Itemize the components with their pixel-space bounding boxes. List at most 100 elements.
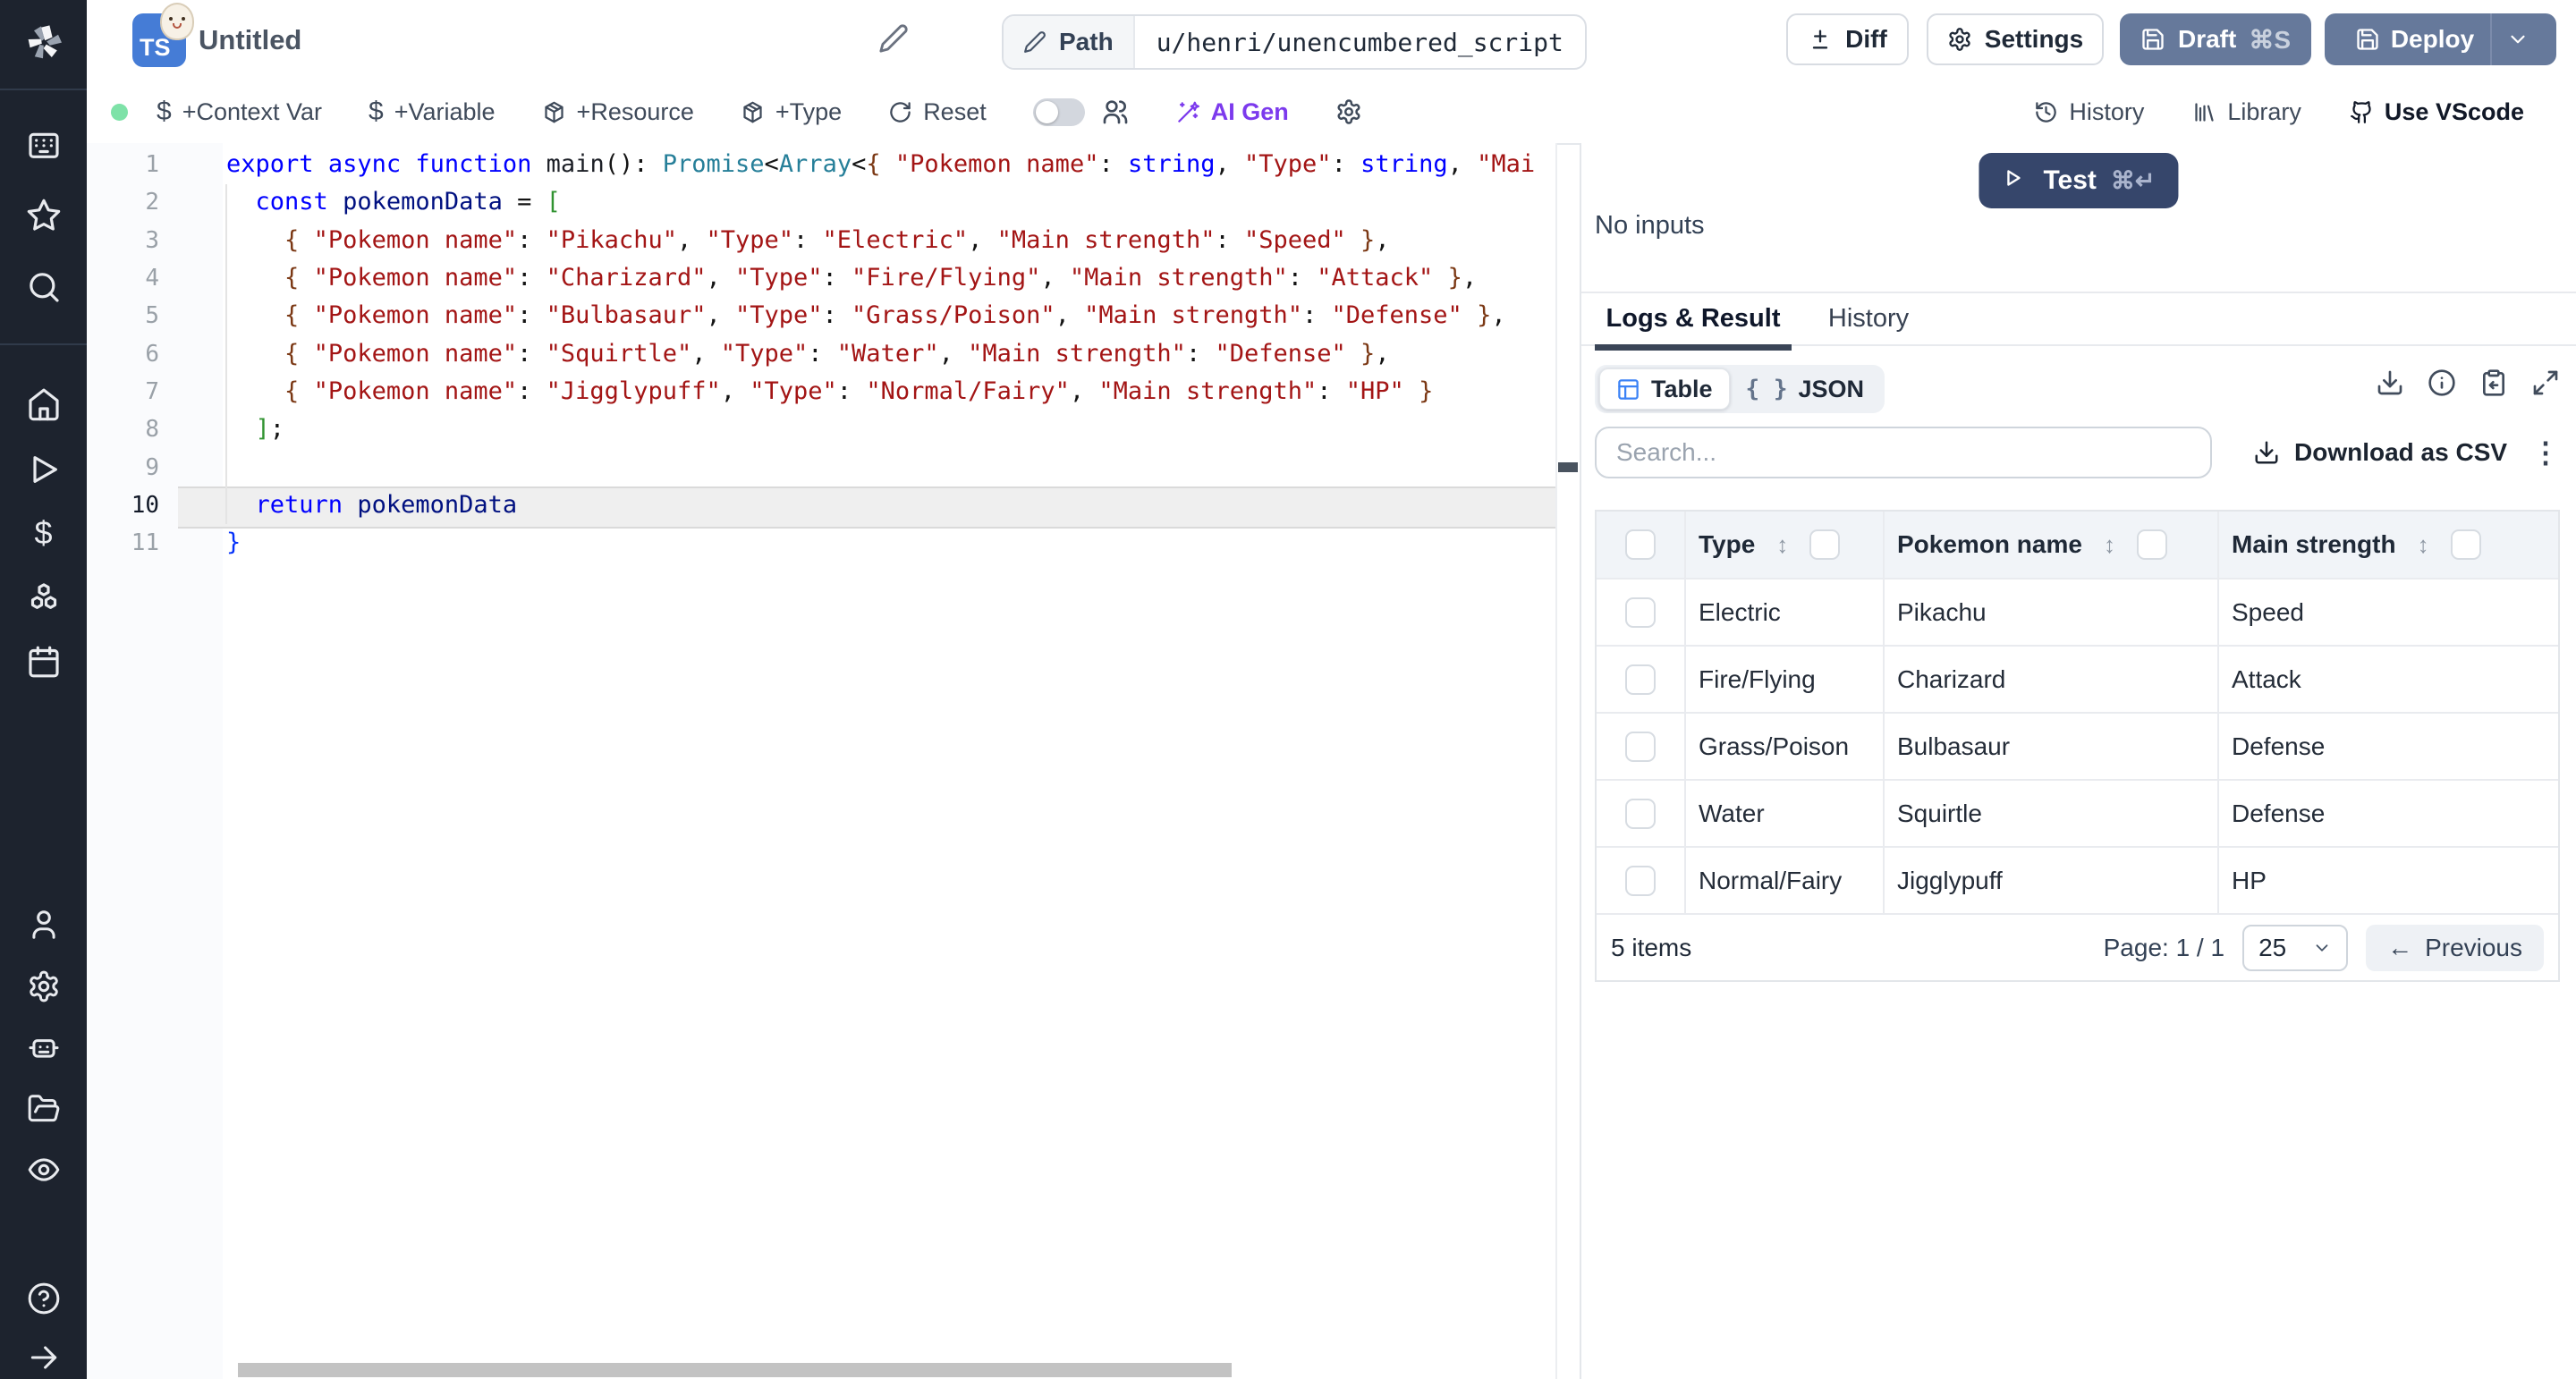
sidebar-item-schedules[interactable] (0, 644, 87, 680)
row-checkbox[interactable] (1625, 799, 1656, 829)
table-cell: Attack (2219, 647, 2558, 712)
add-resource-button[interactable]: +Resource (542, 98, 694, 126)
sidebar-item-home[interactable] (0, 386, 87, 422)
table-cell: Defense (2219, 714, 2558, 779)
copy-to-clipboard-icon[interactable] (2479, 368, 2508, 397)
sidebar-item-workers[interactable] (0, 1028, 87, 1064)
result-table: Type↕Pokemon name↕Main strength↕ Electri… (1595, 510, 2560, 982)
path-label[interactable]: Path (1004, 16, 1135, 68)
sidebar-item-users[interactable] (0, 907, 87, 943)
editor-settings-gear-icon[interactable] (1335, 98, 1362, 125)
previous-page-button[interactable]: ← Previous (2366, 925, 2544, 971)
sidebar-item-resources[interactable] (0, 580, 87, 615)
collab-toggle[interactable] (1033, 98, 1085, 126)
code-line[interactable]: { "Pokemon name": "Bulbasaur", "Type": "… (226, 297, 1556, 334)
package-icon (542, 100, 566, 124)
table-row[interactable]: Grass/PoisonBulbasaurDefense (1597, 712, 2558, 779)
tab-history[interactable]: History (1818, 293, 1919, 344)
table-icon (1616, 377, 1640, 402)
table-body: ElectricPikachuSpeedFire/FlyingCharizard… (1597, 578, 2558, 913)
windmill-logo-icon[interactable] (0, 21, 87, 64)
expand-icon[interactable] (2531, 368, 2560, 397)
test-button[interactable]: Test ⌘↵ (1979, 153, 2178, 208)
line-number: 7 (87, 373, 181, 410)
add-type-button[interactable]: +Type (741, 98, 842, 126)
sidebar-item-runs[interactable] (0, 452, 87, 487)
table-cell: Bulbasaur (1885, 714, 2219, 779)
editor-horizontal-scrollbar[interactable] (238, 1363, 1232, 1377)
column-label: Pokemon name (1897, 530, 2082, 559)
table-row[interactable]: WaterSquirtleDefense (1597, 779, 2558, 846)
view-table-button[interactable]: Table (1599, 368, 1730, 410)
ai-gen-button[interactable]: AI Gen (1176, 98, 1289, 126)
select-all-checkbox[interactable] (1625, 529, 1656, 560)
row-select-cell (1597, 781, 1686, 846)
code-line[interactable]: { "Pokemon name": "Squirtle", "Type": "W… (226, 335, 1556, 373)
sort-icon[interactable]: ↕ (2104, 531, 2115, 559)
use-vscode-button[interactable]: Use VScode (2350, 98, 2524, 126)
code-line[interactable]: { "Pokemon name": "Charizard", "Type": "… (226, 259, 1556, 297)
code-line[interactable]: return pokemonData (226, 486, 1556, 524)
download-csv-button[interactable]: Download as CSV (2253, 438, 2507, 467)
code-line[interactable] (226, 449, 1556, 486)
sidebar-item-favorites[interactable] (0, 198, 87, 233)
column-checkbox[interactable] (1809, 529, 1840, 560)
play-icon (2002, 167, 2029, 194)
library-button[interactable]: Library (2192, 98, 2301, 126)
edit-title-pencil-icon[interactable] (878, 23, 909, 54)
sort-icon[interactable]: ↕ (1776, 531, 1788, 559)
result-tabs: Logs & Result History (1595, 293, 1919, 344)
reset-button[interactable]: Reset (888, 98, 987, 126)
row-checkbox[interactable] (1625, 866, 1656, 896)
add-context-var-button[interactable]: $+Context Var (157, 97, 322, 127)
download-icon[interactable] (2376, 368, 2404, 397)
kebab-menu-icon[interactable]: ⋮ (2531, 436, 2560, 470)
sidebar-item-folders[interactable] (0, 1091, 87, 1127)
sidebar-item-audit-logs[interactable] (0, 1152, 87, 1188)
info-icon[interactable] (2428, 368, 2456, 397)
history-clock-icon (2034, 100, 2058, 124)
sort-icon[interactable]: ↕ (2418, 531, 2429, 559)
dollar-icon: $ (369, 97, 384, 127)
row-checkbox[interactable] (1625, 597, 1656, 628)
diff-button[interactable]: Diff (1786, 13, 1909, 65)
table-row[interactable]: Fire/FlyingCharizardAttack (1597, 645, 2558, 712)
code-line[interactable]: { "Pokemon name": "Pikachu", "Type": "El… (226, 222, 1556, 259)
column-checkbox[interactable] (2137, 529, 2167, 560)
draft-button[interactable]: Draft ⌘S (2120, 13, 2311, 65)
path-value[interactable]: u/henri/unencumbered_script (1135, 16, 1585, 68)
code-line[interactable]: } (226, 524, 1556, 562)
table-row[interactable]: ElectricPikachuSpeed (1597, 578, 2558, 645)
sidebar-item-search[interactable] (0, 269, 87, 305)
code-line[interactable]: const pokemonData = [ (226, 183, 1556, 221)
sidebar-item-apps[interactable] (0, 127, 87, 163)
deploy-chevron-down-icon[interactable] (2490, 13, 2544, 65)
table-cell: Charizard (1885, 647, 2219, 712)
settings-button[interactable]: Settings (1927, 13, 2104, 65)
editor-scrollbar-track (1555, 143, 1557, 1379)
code-line[interactable]: export async function main(): Promise<Ar… (226, 146, 1556, 183)
history-button[interactable]: History (2034, 98, 2144, 126)
table-cell: Water (1686, 781, 1885, 846)
sidebar-item-variables[interactable]: $ (0, 514, 87, 552)
status-dot (111, 104, 128, 121)
table-cell: Speed (2219, 580, 2558, 645)
search-input[interactable] (1595, 427, 2212, 478)
path-field[interactable]: Path u/henri/unencumbered_script (1002, 14, 1587, 70)
table-row[interactable]: Normal/FairyJigglypuffHP (1597, 846, 2558, 913)
add-variable-button[interactable]: $+Variable (369, 97, 496, 127)
row-checkbox[interactable] (1625, 732, 1656, 762)
sidebar-item-help[interactable] (0, 1281, 87, 1316)
code-line[interactable]: { "Pokemon name": "Jigglypuff", "Type": … (226, 373, 1556, 410)
row-checkbox[interactable] (1625, 664, 1656, 695)
sidebar-item-settings[interactable] (0, 969, 87, 1004)
tab-logs-result[interactable]: Logs & Result (1595, 293, 1792, 344)
code-line[interactable]: ]; (226, 410, 1556, 448)
page-size-select[interactable]: 25 (2242, 925, 2348, 971)
sidebar-expand-button[interactable] (0, 1340, 87, 1375)
view-json-button[interactable]: { } JSON (1730, 369, 1881, 409)
line-number: 9 (87, 449, 181, 486)
deploy-button[interactable]: Deploy (2325, 13, 2556, 65)
column-checkbox[interactable] (2451, 529, 2481, 560)
code-editor[interactable]: 1234567891011 export async function main… (87, 143, 1556, 1379)
